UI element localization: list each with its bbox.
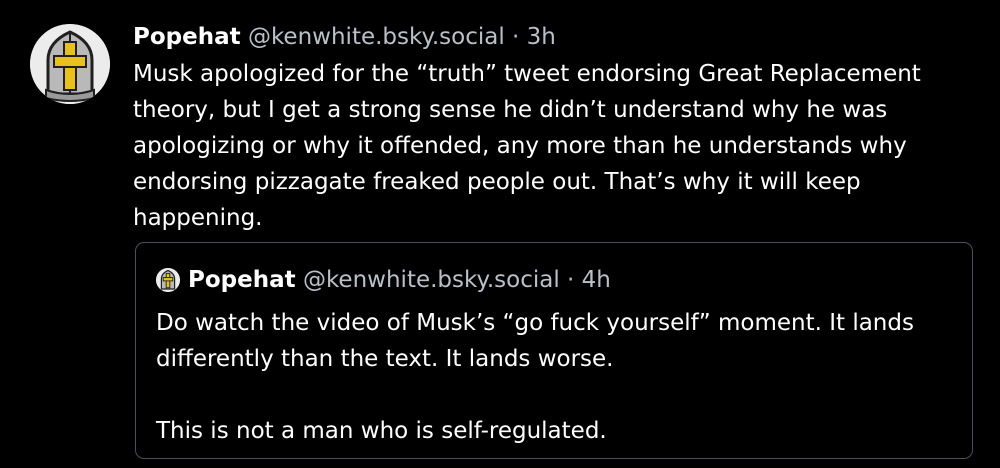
author-avatar[interactable]: [30, 24, 110, 104]
quoted-paragraph: This is not a man who is self-regulated.: [156, 418, 607, 444]
author-handle[interactable]: @kenwhite.bsky.social: [248, 24, 505, 50]
post: Popehat @kenwhite.bsky.social · 3h Musk …: [0, 0, 1000, 468]
quoted-post[interactable]: Popehat @kenwhite.bsky.social · 4h Do wa…: [135, 242, 973, 459]
popehat-mitre-icon: [30, 24, 110, 104]
post-text: Musk apologized for the “truth” tweet en…: [133, 61, 921, 231]
author-name[interactable]: Popehat: [133, 24, 241, 50]
post-content: Popehat @kenwhite.bsky.social · 3h Musk …: [133, 18, 983, 236]
popehat-mitre-icon: [156, 268, 180, 292]
quoted-separator-dot: ·: [567, 267, 575, 293]
quoted-post-header: Popehat @kenwhite.bsky.social · 4h: [156, 263, 611, 297]
separator-dot: ·: [512, 24, 520, 50]
quoted-post-timestamp: 4h: [581, 267, 611, 293]
post-timestamp[interactable]: 3h: [527, 24, 556, 50]
quoted-post-text: Do watch the video of Musk’s “go fuck yo…: [156, 305, 936, 449]
post-header: Popehat @kenwhite.bsky.social · 3h: [133, 18, 983, 56]
quoted-author-avatar: [156, 268, 180, 292]
quoted-author-handle: @kenwhite.bsky.social: [302, 267, 560, 293]
quoted-author-name: Popehat: [188, 267, 296, 293]
quoted-paragraph: Do watch the video of Musk’s “go fuck yo…: [156, 310, 914, 372]
